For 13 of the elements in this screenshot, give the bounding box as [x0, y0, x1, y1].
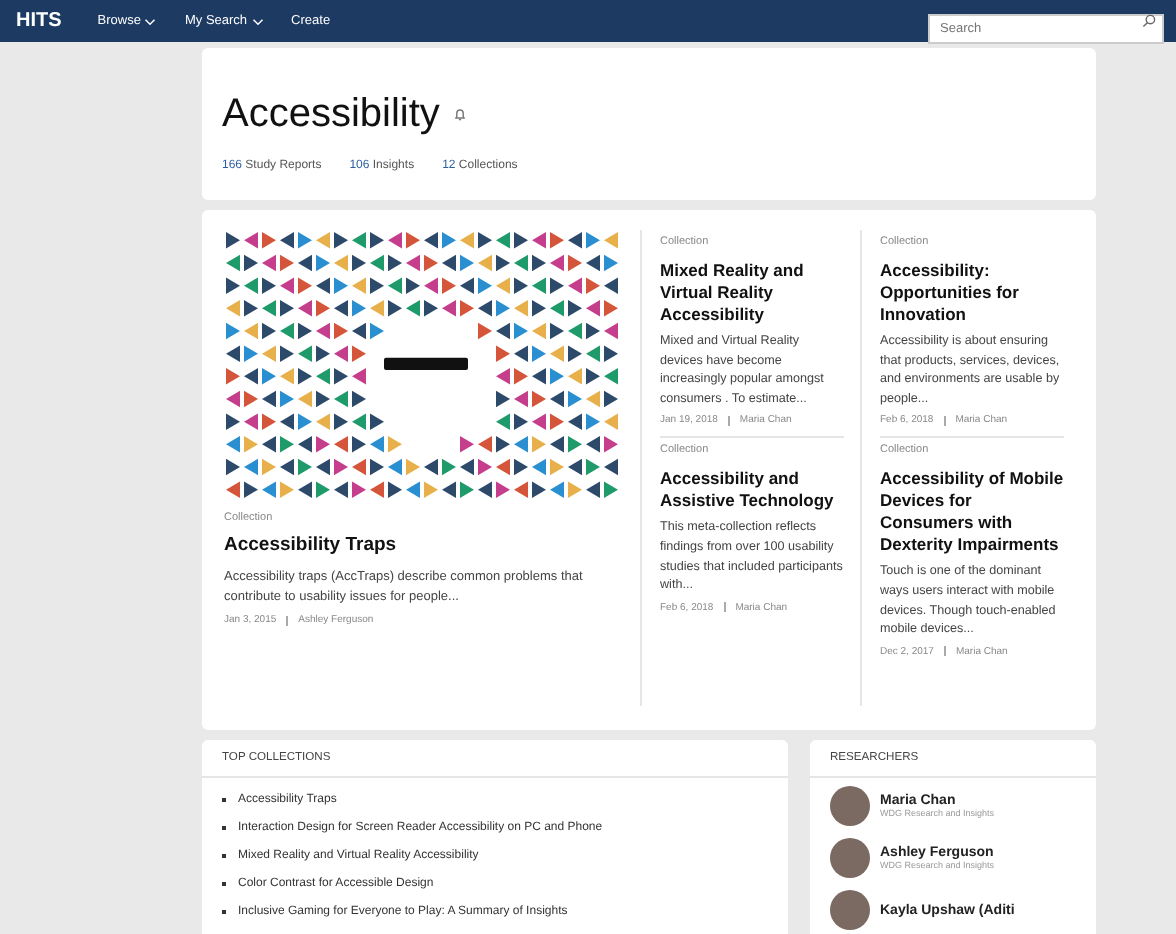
avatar-placeholder — [830, 838, 870, 878]
bell-icon[interactable] — [451, 106, 468, 122]
collection-title-link[interactable]: Mixed Reality and Virtual Reality Accessibility — [660, 260, 844, 326]
collection-title-link[interactable]: Accessibility and Assistive Technology — [660, 468, 844, 513]
trap-cards-image[interactable] — [224, 230, 622, 502]
search-icon — [1142, 14, 1156, 28]
collection-title-link[interactable]: Accessibility of Mobile Devices for Consumers with Dexterity Impairments — [880, 468, 1064, 557]
collection-title-link[interactable]: Accessibility Traps — [224, 534, 622, 556]
collection-title-link[interactable]: Accessibility: Opportunities for Innovation — [880, 260, 1064, 326]
page-title: Accessibility — [222, 90, 440, 140]
logo[interactable]: HITS — [16, 10, 62, 32]
avatar-placeholder — [830, 786, 870, 826]
avatar-placeholder — [830, 890, 870, 930]
